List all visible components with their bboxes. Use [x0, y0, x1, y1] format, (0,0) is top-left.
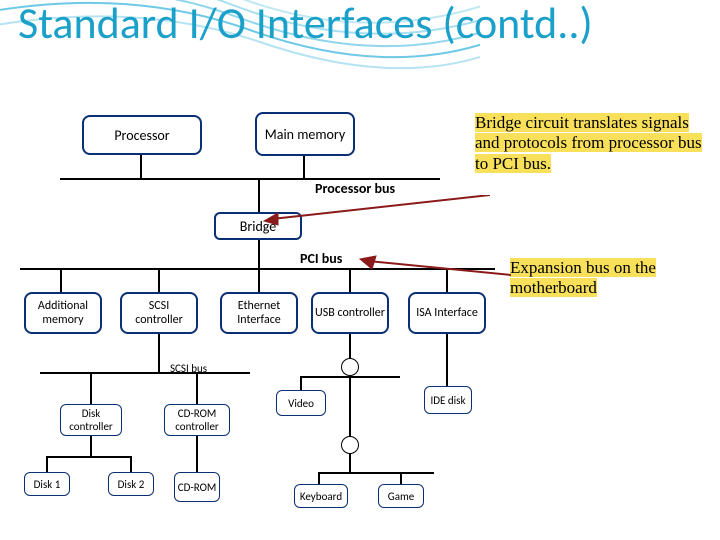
- usb-junction-icon: [341, 358, 359, 376]
- connector: [300, 376, 302, 390]
- annotation-arrow-icon: [260, 195, 490, 235]
- disk1-box: Disk 1: [24, 472, 70, 496]
- processor-box: Processor: [82, 115, 202, 155]
- connector: [318, 472, 320, 484]
- connector: [60, 270, 62, 292]
- connector: [158, 334, 160, 372]
- connector: [318, 472, 434, 474]
- connector: [349, 454, 351, 472]
- connector: [90, 374, 92, 404]
- connector: [349, 270, 351, 292]
- usb-box: USB controller: [311, 292, 389, 334]
- annotation-arrow-icon: [356, 255, 511, 285]
- pci-note-text: Expansion bus on the motherboard: [510, 258, 656, 297]
- connector: [258, 240, 260, 268]
- bridge-note-text: Bridge circuit translates signals and pr…: [475, 113, 702, 173]
- video-box: Video: [276, 390, 326, 416]
- cdrom-box: CD-ROM: [174, 472, 220, 502]
- disk2-box: Disk 2: [108, 472, 154, 496]
- pci-note: Expansion bus on the motherboard: [510, 258, 710, 299]
- connector: [140, 155, 142, 178]
- connector: [196, 436, 198, 472]
- ide-disk-box: IDE disk: [424, 386, 472, 414]
- connector: [400, 472, 402, 484]
- usb-junction2-icon: [341, 436, 359, 454]
- scsi-controller-box: SCSI controller: [120, 292, 198, 334]
- pci-bus-label: PCI bus: [300, 250, 342, 267]
- cdrom-controller-box: CD-ROM controller: [164, 404, 230, 436]
- additional-memory-box: Additional memory: [24, 292, 102, 334]
- connector: [446, 334, 448, 386]
- scsi-bus-line: [40, 372, 250, 374]
- game-box: Game: [378, 484, 424, 508]
- slide-title: Standard I/O Interfaces (contd..): [0, 0, 720, 46]
- ethernet-box: Ethernet Interface: [220, 292, 298, 334]
- connector: [130, 456, 132, 472]
- connector: [46, 456, 48, 472]
- keyboard-box: Keyboard: [294, 484, 348, 508]
- connector: [90, 436, 92, 456]
- connector: [196, 374, 198, 404]
- isa-box: ISA Interface: [408, 292, 486, 334]
- main-memory-box: Main memory: [255, 112, 355, 156]
- connector: [258, 270, 260, 292]
- disk-controller-box: Disk controller: [60, 404, 122, 436]
- connector: [46, 456, 132, 458]
- connector: [303, 156, 305, 178]
- connector: [446, 270, 448, 292]
- bridge-note: Bridge circuit translates signals and pr…: [475, 113, 705, 174]
- connector: [158, 270, 160, 292]
